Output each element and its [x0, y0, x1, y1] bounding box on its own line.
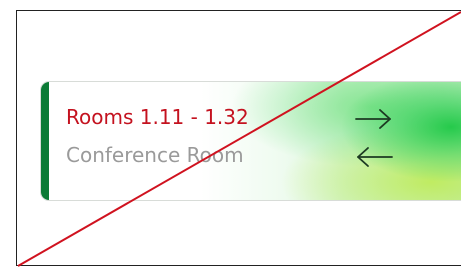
sign-subtitle: Conference Room [66, 143, 244, 167]
room-sign: Rooms 1.11 - 1.32 Conference Room [41, 82, 461, 200]
arrow-left-icon [357, 147, 393, 167]
sign-accent-stripe [41, 82, 49, 200]
sign-title: Rooms 1.11 - 1.32 [66, 105, 249, 129]
arrow-right-icon [355, 109, 391, 129]
